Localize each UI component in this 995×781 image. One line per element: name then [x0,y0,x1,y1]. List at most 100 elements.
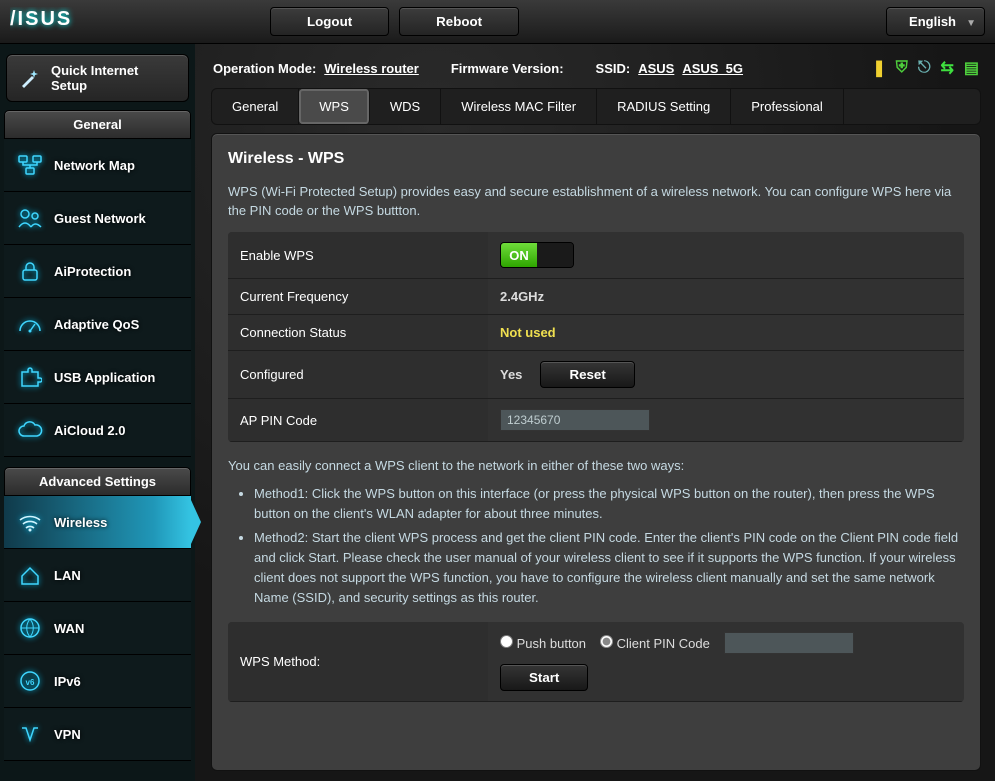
sidebar-item-wireless[interactable]: Wireless [4,496,191,549]
status-icons: ❚ ⛨ ⎋ ⇆ ▤ [872,58,979,78]
ssid-label: SSID: [596,61,631,76]
sidebar-item-network-map[interactable]: Network Map [4,139,191,192]
enable-wps-toggle[interactable]: ON [500,242,574,268]
reboot-button[interactable]: Reboot [399,7,519,36]
sidebar-item-label: VPN [54,727,81,742]
speedometer-icon [14,310,46,338]
sidebar-item-vpn[interactable]: VPN [4,708,191,761]
sidebar-item-usb-application[interactable]: USB Application [4,351,191,404]
sidebar-item-adaptive-qos[interactable]: Adaptive QoS [4,298,191,351]
methods-intro: You can easily connect a WPS client to t… [228,456,964,476]
sidebar-item-aicloud[interactable]: AiCloud 2.0 [4,404,191,457]
sidebar-item-label: AiProtection [54,264,131,279]
clients-icon[interactable]: ⛨ [896,59,908,77]
firmware-label: Firmware Version: [451,61,564,76]
lock-icon [14,257,46,285]
row-label: Configured [228,351,488,399]
cloud-icon [14,416,46,444]
sidebar-item-label: Wireless [54,515,107,530]
toggle-on: ON [501,243,537,267]
client-pin-input[interactable] [724,632,854,654]
section-general-title: General [4,110,191,139]
logout-button[interactable]: Logout [270,7,389,36]
vpn-icon [14,720,46,748]
table-row: AP PIN Code [228,399,964,442]
guest-network-icon [14,204,46,232]
sidebar-item-label: USB Application [54,370,155,385]
tab-wds[interactable]: WDS [370,89,441,124]
ipv6-icon: v6 [14,667,46,695]
info-row: Operation Mode: Wireless router Firmware… [211,54,981,88]
frequency-value: 2.4GHz [500,289,544,304]
ssid-1[interactable]: ASUS [638,61,674,76]
tab-general[interactable]: General [212,89,299,124]
row-label: AP PIN Code [228,399,488,442]
wifi-icon [14,508,46,536]
tab-wps[interactable]: WPS [299,89,370,124]
sidebar-item-label: IPv6 [54,674,81,689]
sidebar: Quick Internet Setup General Network Map… [0,44,195,781]
methods-section: You can easily connect a WPS client to t… [228,456,964,608]
section-advanced-title: Advanced Settings [4,467,191,496]
internet-status-icon[interactable]: ▤ [964,58,979,78]
house-icon [14,561,46,589]
sidebar-item-wan[interactable]: WAN [4,602,191,655]
toggle-off [537,243,573,267]
table-row: Current Frequency 2.4GHz [228,279,964,315]
advanced-list: Wireless LAN WAN v6 IPv6 VPN [4,496,191,761]
page-title: Wireless - WPS [228,150,964,168]
sidebar-item-ipv6[interactable]: v6 IPv6 [4,655,191,708]
logo: /ISUS [10,7,130,37]
network-map-icon [14,151,46,179]
wps-method-table: WPS Method: Push button Client PIN Code … [228,622,964,702]
method-2-text: Method2: Start the client WPS process an… [254,528,964,608]
language-label: English [909,14,956,29]
general-list: Network Map Guest Network AiProtection A… [4,139,191,457]
configured-value: Yes [500,367,522,382]
row-label: Enable WPS [228,232,488,279]
row-label: Current Frequency [228,279,488,315]
svg-text:v6: v6 [26,678,35,687]
warn-icon[interactable]: ❚ [872,58,885,78]
table-row: Enable WPS ON [228,232,964,279]
ap-pin-input[interactable] [500,409,650,431]
sidebar-item-lan[interactable]: LAN [4,549,191,602]
sidebar-item-label: WAN [54,621,84,636]
start-button[interactable]: Start [500,664,588,691]
qis-label: Quick Internet Setup [51,63,178,93]
radio-client-pin[interactable]: Client PIN Code [600,635,710,651]
tab-professional[interactable]: Professional [731,89,844,124]
sidebar-item-aiprotection[interactable]: AiProtection [4,245,191,298]
tab-mac-filter[interactable]: Wireless MAC Filter [441,89,597,124]
settings-table: Enable WPS ON Current Frequency 2.4GHz C… [228,232,964,442]
table-row: Connection Status Not used [228,315,964,351]
reset-button[interactable]: Reset [540,361,634,388]
sidebar-item-label: Adaptive QoS [54,317,139,332]
puzzle-icon [14,363,46,391]
method-1-text: Method1: Click the WPS button on this in… [254,484,964,524]
sidebar-item-guest-network[interactable]: Guest Network [4,192,191,245]
sidebar-item-label: Network Map [54,158,135,173]
radio-push-button[interactable]: Push button [500,635,586,651]
wand-icon [17,65,43,91]
operation-mode-value[interactable]: Wireless router [324,61,419,76]
globe-icon [14,614,46,642]
language-select[interactable]: English ▼ [886,7,985,36]
operation-mode-label: Operation Mode: [213,61,316,76]
table-row: WPS Method: Push button Client PIN Code … [228,622,964,702]
quick-internet-setup[interactable]: Quick Internet Setup [6,54,189,102]
tabs: General WPS WDS Wireless MAC Filter RADI… [211,88,981,125]
tab-radius[interactable]: RADIUS Setting [597,89,731,124]
row-label: WPS Method: [228,622,488,702]
connection-status-value: Not used [500,325,556,340]
wifi-status-icon[interactable]: ⎋ [918,59,931,77]
chevron-down-icon: ▼ [966,18,976,29]
row-label: Connection Status [228,315,488,351]
sidebar-item-label: LAN [54,568,81,583]
sidebar-item-label: Guest Network [54,211,146,226]
ssid-2[interactable]: ASUS_5G [682,61,743,76]
svg-text:/ISUS: /ISUS [10,8,72,30]
usb-status-icon[interactable]: ⇆ [940,58,953,78]
page-intro: WPS (Wi-Fi Protected Setup) provides eas… [228,182,964,220]
panel: Wireless - WPS WPS (Wi-Fi Protected Setu… [211,133,981,771]
